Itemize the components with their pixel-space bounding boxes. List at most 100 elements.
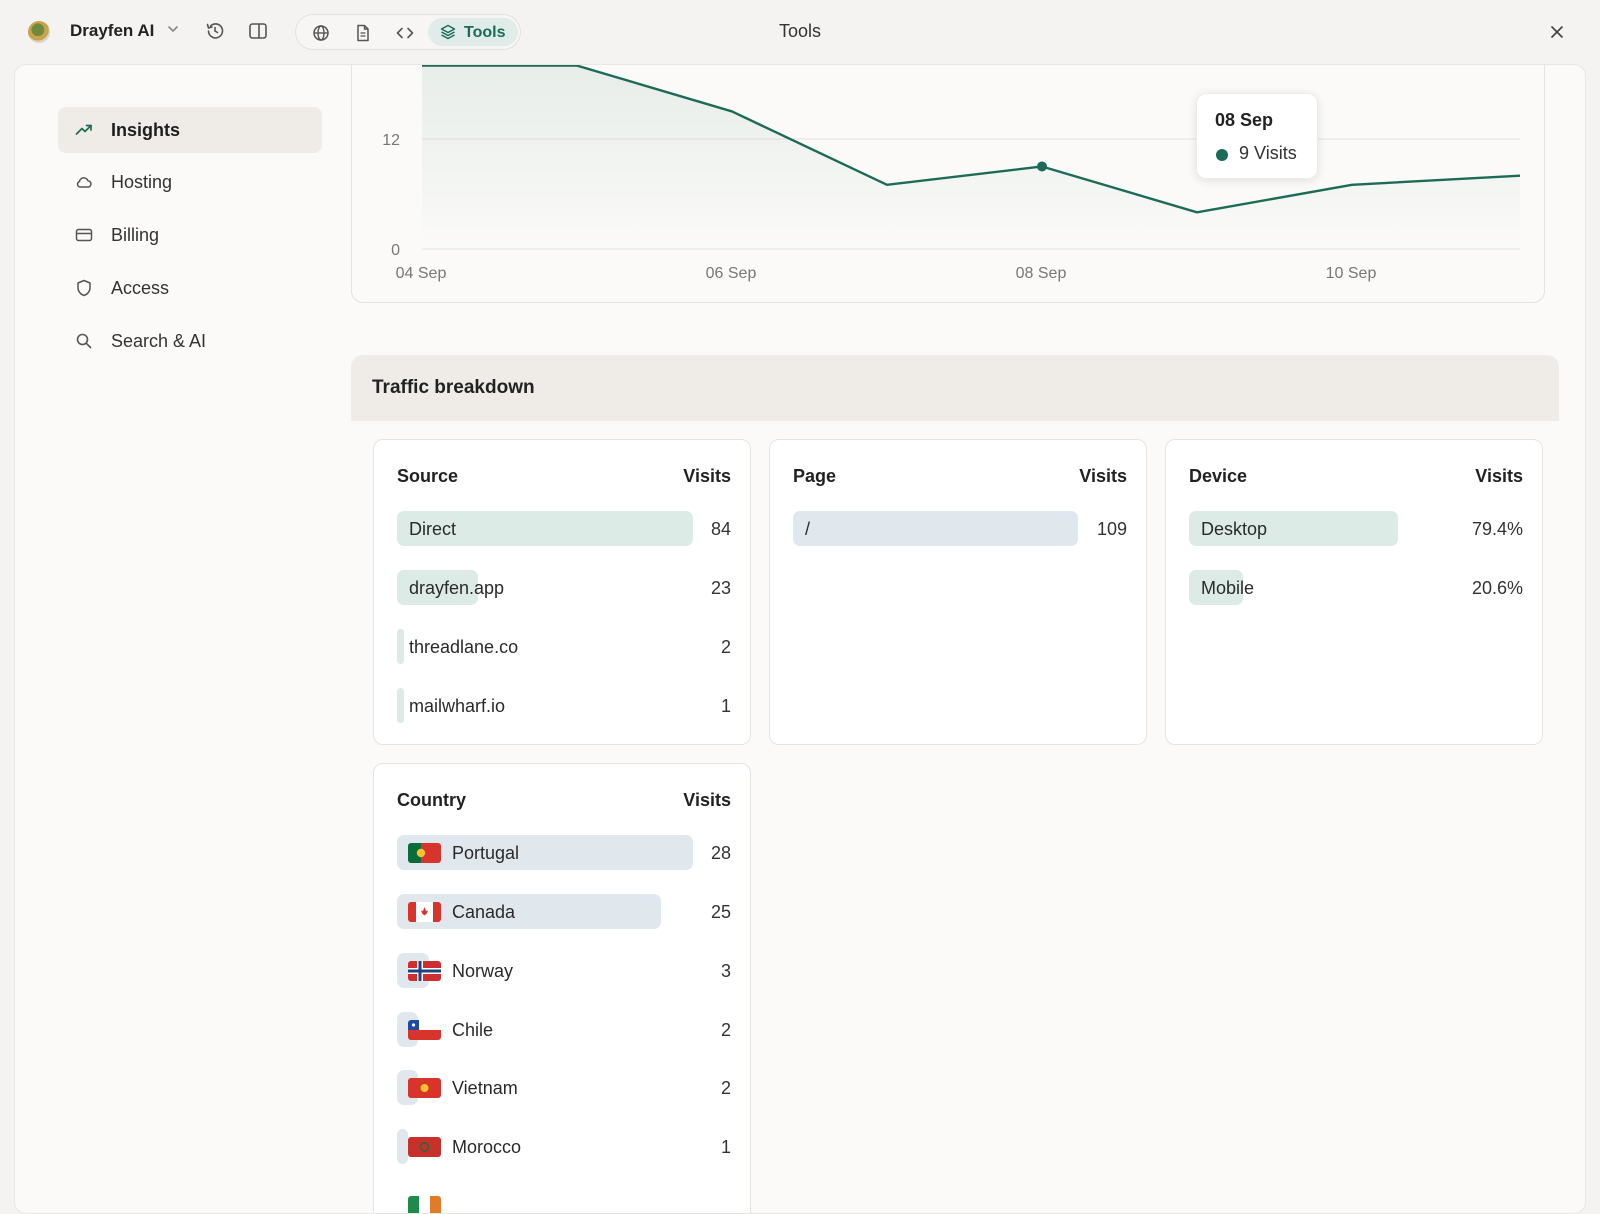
credit-card-icon [75, 228, 93, 242]
card-header: Country [397, 790, 466, 810]
sidebar-item-insights[interactable]: Insights [58, 107, 322, 153]
row-value: 20.6% [1471, 578, 1523, 598]
row-label: Canada [452, 902, 516, 922]
source-row[interactable]: threadlane.co 2 [397, 629, 731, 664]
visits-line-chart[interactable]: 0 12 04 Sep 06 Sep 08 Sep 10 Sep [352, 64, 1546, 304]
norway-flag-icon [408, 961, 441, 981]
x-tick-label: 06 Sep [706, 265, 757, 282]
x-tick-label: 04 Sep [396, 265, 447, 282]
country-row[interactable]: Norway 3 [397, 953, 731, 988]
country-row[interactable]: Portugal 28 [397, 835, 731, 870]
country-row[interactable]: Chile 2 [397, 1012, 731, 1047]
source-row[interactable]: mailwharf.io 1 [397, 688, 731, 723]
row-label: Portugal [452, 843, 520, 863]
row-value: 1 [720, 1137, 731, 1157]
row-label: Direct [409, 519, 457, 539]
row-label: threadlane.co [409, 637, 519, 657]
code-icon[interactable] [394, 22, 416, 44]
chevron-down-icon[interactable] [166, 22, 180, 36]
country-row[interactable] [397, 1188, 731, 1213]
chile-flag-icon [408, 1020, 441, 1040]
row-label: mailwharf.io [409, 696, 506, 716]
source-row[interactable]: drayfen.app 23 [397, 570, 731, 605]
card-header: Page [793, 466, 837, 486]
country-row[interactable]: Vietnam 2 [397, 1070, 731, 1105]
card-header: Source [397, 466, 459, 486]
app-name[interactable]: Drayfen AI [70, 21, 154, 41]
card-header: Device [1189, 466, 1248, 486]
device-row[interactable]: Desktop 79.4% [1189, 511, 1523, 546]
row-value: 79.4% [1471, 519, 1523, 539]
row-label: Morocco [452, 1137, 522, 1157]
window-title: Tools [778, 21, 822, 41]
sidebar-item-hosting[interactable]: Hosting [58, 159, 322, 205]
x-tick-label: 10 Sep [1326, 265, 1377, 282]
row-value: 1 [720, 696, 731, 716]
globe-icon[interactable] [310, 22, 332, 44]
source-row[interactable]: Direct 84 [397, 511, 731, 546]
country-card: Country Visits Portugal 28 Canada 25 Nor… [373, 763, 751, 1213]
document-icon[interactable] [352, 22, 374, 44]
y-tick-label: 12 [382, 132, 400, 149]
row-value: 25 [710, 902, 731, 922]
search-icon [76, 333, 92, 349]
flag-icon [408, 1196, 441, 1213]
sidebar-item-label: Hosting [111, 172, 173, 192]
main-panel: Insights Hosting Billing Access Search &… [14, 64, 1586, 1214]
row-label: Mobile [1201, 578, 1255, 598]
device-row[interactable]: Mobile 20.6% [1189, 570, 1523, 605]
row-label: Norway [452, 961, 514, 981]
card-value-header: Visits [1079, 466, 1127, 486]
sidebar-item-label: Billing [111, 225, 160, 245]
traffic-breakdown-header: Traffic breakdown [351, 355, 1559, 421]
card-value-header: Visits [683, 790, 731, 810]
row-label: drayfen.app [409, 578, 505, 598]
close-icon[interactable] [1546, 21, 1568, 43]
sidebar-item-label: Access [111, 278, 170, 298]
share-bar [397, 835, 693, 870]
row-value: 2 [720, 1020, 731, 1040]
device-card: Device Visits Desktop 79.4% Mobile 20.6% [1165, 439, 1543, 745]
row-value: 3 [720, 961, 731, 981]
app-logo [28, 21, 50, 43]
chart-tooltip: 08 Sep 9 Visits [1196, 93, 1318, 179]
sidebar-item-label: Search & AI [111, 331, 207, 351]
sidebar-toggle-icon[interactable] [247, 20, 269, 42]
row-value: 84 [710, 519, 731, 539]
row-value: 23 [710, 578, 731, 598]
country-row[interactable]: Canada 25 [397, 894, 731, 929]
page-card: Page Visits / 109 [769, 439, 1147, 745]
title-bar: Drayfen AI Tools Tools [0, 0, 1600, 64]
row-value: 2 [720, 1078, 731, 1098]
card-value-header: Visits [1475, 466, 1523, 486]
layers-icon [440, 24, 456, 40]
share-bar [397, 629, 405, 664]
page-row[interactable]: / 109 [793, 511, 1127, 546]
sidebar-item-search-ai[interactable]: Search & AI [58, 318, 322, 364]
share-bar [793, 511, 1078, 546]
tooltip-value: 9 Visits [1239, 143, 1297, 163]
history-icon[interactable] [204, 20, 226, 42]
highlight-point [1037, 161, 1047, 172]
tool-switcher: Tools [295, 14, 521, 50]
portugal-flag-icon [408, 843, 441, 863]
section-title: Traffic breakdown [372, 377, 535, 398]
tools-tab[interactable]: Tools [428, 18, 518, 46]
row-value: 28 [710, 843, 731, 863]
canada-flag-icon [408, 902, 441, 922]
sidebar-item-access[interactable]: Access [58, 265, 322, 311]
row-value: 109 [1096, 519, 1127, 539]
share-bar [397, 688, 404, 723]
row-label: / [805, 519, 811, 539]
morocco-flag-icon [408, 1137, 441, 1157]
cloud-icon [76, 177, 92, 188]
series-area [422, 65, 1520, 249]
x-tick-label: 08 Sep [1016, 265, 1067, 282]
country-row[interactable]: Morocco 1 [397, 1129, 731, 1164]
row-label: Desktop [1201, 519, 1268, 539]
card-value-header: Visits [683, 466, 731, 486]
vietnam-flag-icon [408, 1078, 441, 1098]
sidebar-item-billing[interactable]: Billing [58, 212, 322, 258]
visits-chart-card: 0 12 04 Sep 06 Sep 08 Sep 10 Sep [351, 64, 1546, 304]
y-tick-label: 0 [391, 242, 400, 259]
